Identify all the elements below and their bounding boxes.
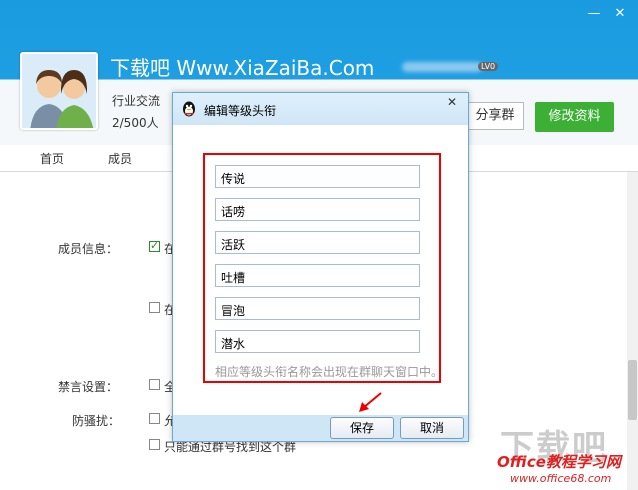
qq-penguin-icon bbox=[183, 101, 195, 117]
tab-members[interactable]: 成员 bbox=[108, 150, 132, 167]
tab-home[interactable]: 首页 bbox=[40, 150, 64, 167]
group-title: 下载吧 Www.XiaZaiBa.Com bbox=[110, 56, 375, 80]
watermark-url: www.office68.com bbox=[510, 472, 612, 485]
group-avatar bbox=[20, 52, 98, 130]
dialog-title-bar: 编辑等级头衔 ✕ bbox=[173, 93, 468, 125]
group-category: 行业交流 bbox=[112, 94, 161, 108]
scrollbar[interactable] bbox=[627, 172, 638, 490]
level-title-field-5[interactable]: 冒泡 bbox=[215, 297, 420, 320]
blurred-owner-name bbox=[402, 62, 482, 72]
anti-spam-checkbox-2[interactable] bbox=[149, 439, 160, 450]
close-window-button[interactable]: ✕ bbox=[610, 6, 630, 21]
dialog-close-icon[interactable]: ✕ bbox=[441, 95, 463, 109]
edit-profile-button[interactable]: 修改资料 bbox=[535, 102, 614, 132]
mute-checkbox[interactable] bbox=[149, 379, 160, 390]
dialog-title: 编辑等级头衔 bbox=[204, 104, 277, 118]
level-title-field-2[interactable]: 话唠 bbox=[215, 198, 420, 221]
watermark-site-name: Office教程学习网 bbox=[497, 453, 621, 471]
level-title-field-3[interactable]: 活跃 bbox=[215, 231, 420, 254]
member-count: 2/500人 bbox=[112, 116, 159, 130]
edit-level-titles-dialog: 编辑等级头衔 ✕ 传说 话唠 活跃 吐槽 冒泡 潜水 相应等级头衔名称会出现在群… bbox=[172, 92, 469, 442]
level-title-field-1[interactable]: 传说 bbox=[215, 165, 420, 188]
save-button[interactable]: 保存 bbox=[330, 417, 394, 439]
level-badge: LV0 bbox=[478, 62, 499, 71]
level-title-field-4[interactable]: 吐槽 bbox=[215, 264, 420, 287]
pointer-arrow-icon bbox=[359, 392, 382, 412]
member-info-checkbox-2[interactable] bbox=[149, 302, 160, 313]
dialog-hint: 相应等级头衔名称会出现在群聊天窗口中。 bbox=[215, 365, 444, 379]
minimize-button[interactable]: — bbox=[584, 6, 604, 21]
scrollbar-thumb[interactable] bbox=[628, 360, 637, 420]
share-group-button[interactable]: 分享群 bbox=[466, 102, 524, 130]
anti-spam-label: 防骚扰： bbox=[72, 414, 121, 428]
mute-label: 禁言设置： bbox=[58, 380, 119, 394]
level-title-field-6[interactable]: 潜水 bbox=[215, 330, 420, 353]
member-info-checkbox-1[interactable] bbox=[149, 239, 160, 252]
anti-spam-checkbox-1[interactable] bbox=[149, 413, 160, 424]
dialog-body: 传说 话唠 活跃 吐槽 冒泡 潜水 相应等级头衔名称会出现在群聊天窗口中。 bbox=[173, 125, 468, 415]
cancel-button[interactable]: 取消 bbox=[400, 417, 464, 439]
member-info-label: 成员信息： bbox=[58, 242, 119, 256]
